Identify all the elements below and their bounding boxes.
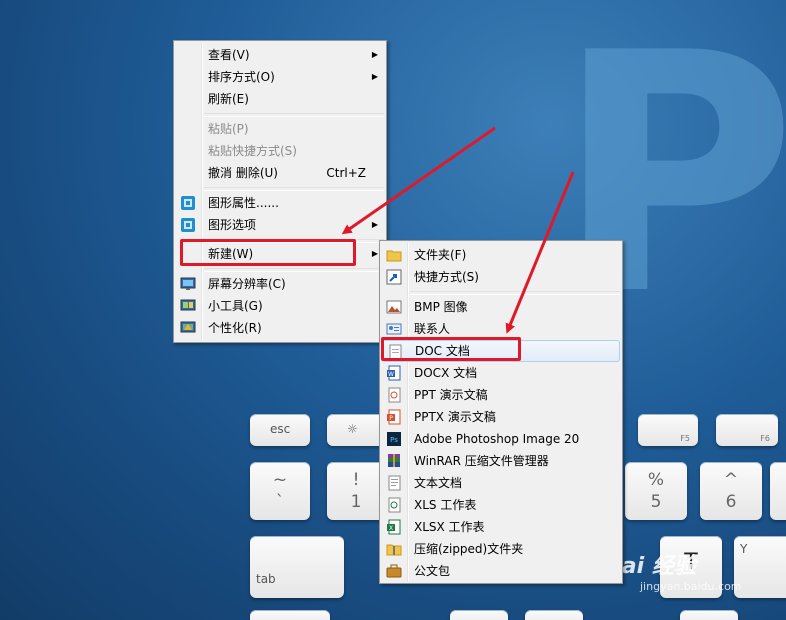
annotation-arrows <box>341 126 575 334</box>
arrow-to-new-menu <box>341 126 496 235</box>
arrow-to-doc-item <box>505 171 575 334</box>
